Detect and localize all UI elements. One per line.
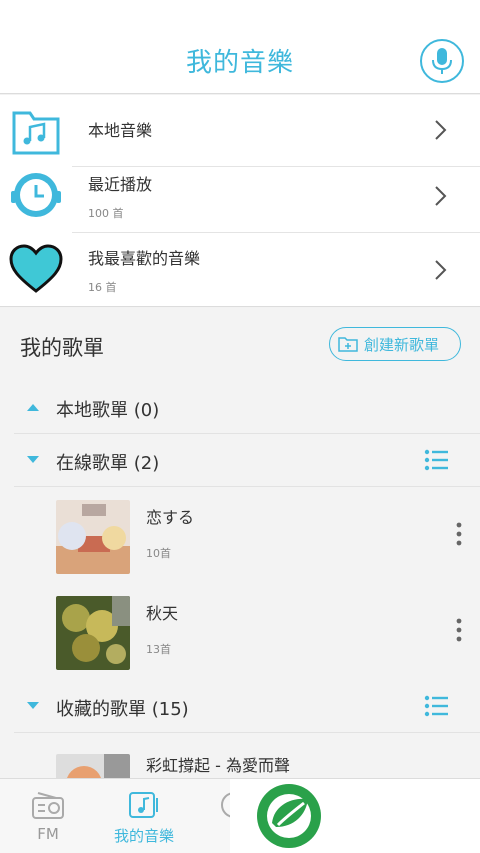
disc-icon (221, 792, 230, 818)
playlist-item[interactable]: 秋天 13首 (56, 584, 480, 680)
recent-played-count: 100 首 (88, 207, 124, 220)
playlist-name: 恋する (146, 508, 195, 527)
local-music-row[interactable]: 本地音樂 (0, 95, 480, 167)
watermark-logo (230, 779, 480, 853)
create-playlist-label: 創建新歌單 (364, 335, 440, 354)
quick-links: 本地音樂 最近播放 100 首 我最喜歡的音樂 16 首 (0, 95, 480, 307)
favorites-row[interactable]: 我最喜歡的音樂 16 首 (0, 233, 480, 307)
list-manage-icon[interactable] (424, 449, 448, 471)
playlist-count: 13首 (146, 643, 171, 656)
more-options-icon[interactable] (456, 522, 462, 546)
add-folder-icon (338, 337, 358, 352)
recent-played-label: 最近播放 (88, 175, 153, 194)
local-music-label: 本地音樂 (88, 121, 153, 140)
page-title: 我的音樂 (185, 48, 294, 78)
playlists-section: 我的歌單 創建新歌單 本地歌單 (0) 在線歌單 (2) 恋する 10首 秋天 … (0, 308, 480, 778)
heart-icon (9, 244, 63, 293)
playlist-cover (56, 754, 130, 778)
app-header: 我的音樂 (0, 0, 480, 94)
group-name: 本地歌單 (0) (56, 400, 160, 421)
list-manage-icon[interactable] (424, 695, 448, 717)
radio-icon (32, 792, 64, 819)
playlist-item[interactable]: 恋する 10首 (56, 488, 480, 584)
playlist-name: 彩虹撐起 - 為愛而聲 (146, 756, 290, 775)
nav-my-music[interactable]: 我的音樂 (96, 779, 192, 853)
playlist-group-saved[interactable]: 收藏的歌單 (15) (14, 681, 480, 733)
triangle-down-icon (27, 702, 39, 709)
playlists-title: 我的歌單 (20, 336, 104, 360)
playlist-count: 10首 (146, 547, 171, 560)
playlist-group-online[interactable]: 在線歌單 (2) (14, 435, 480, 487)
nav-fm[interactable]: FM (0, 779, 96, 853)
nav-fm-label: FM (37, 825, 59, 843)
voice-search-button[interactable] (420, 39, 464, 83)
folder-music-icon (12, 111, 60, 155)
triangle-up-icon (27, 404, 39, 411)
create-playlist-button[interactable]: 創建新歌單 (329, 327, 461, 361)
favorites-count: 16 首 (88, 281, 117, 294)
chevron-right-icon (435, 186, 447, 206)
music-note-icon (129, 792, 158, 818)
nav-my-music-label: 我的音樂 (113, 827, 174, 845)
more-options-icon[interactable] (456, 618, 462, 642)
playlist-cover (56, 596, 130, 670)
playlist-group-local[interactable]: 本地歌單 (0) (14, 382, 480, 434)
group-name: 在線歌單 (2) (56, 453, 160, 474)
microphone-icon (432, 48, 452, 74)
chevron-right-icon (435, 120, 447, 140)
favorites-label: 我最喜歡的音樂 (88, 249, 201, 268)
playlist-name: 秋天 (146, 604, 179, 623)
recent-played-row[interactable]: 最近播放 100 首 (0, 159, 480, 233)
playlist-cover (56, 500, 130, 574)
triangle-down-icon (27, 456, 39, 463)
chevron-right-icon (435, 260, 447, 280)
playlist-item[interactable]: 彩虹撐起 - 為愛而聲 (56, 734, 480, 778)
nav-partial[interactable] (200, 779, 230, 853)
group-name: 收藏的歌單 (15) (56, 699, 189, 720)
clock-headset-icon (11, 173, 61, 217)
